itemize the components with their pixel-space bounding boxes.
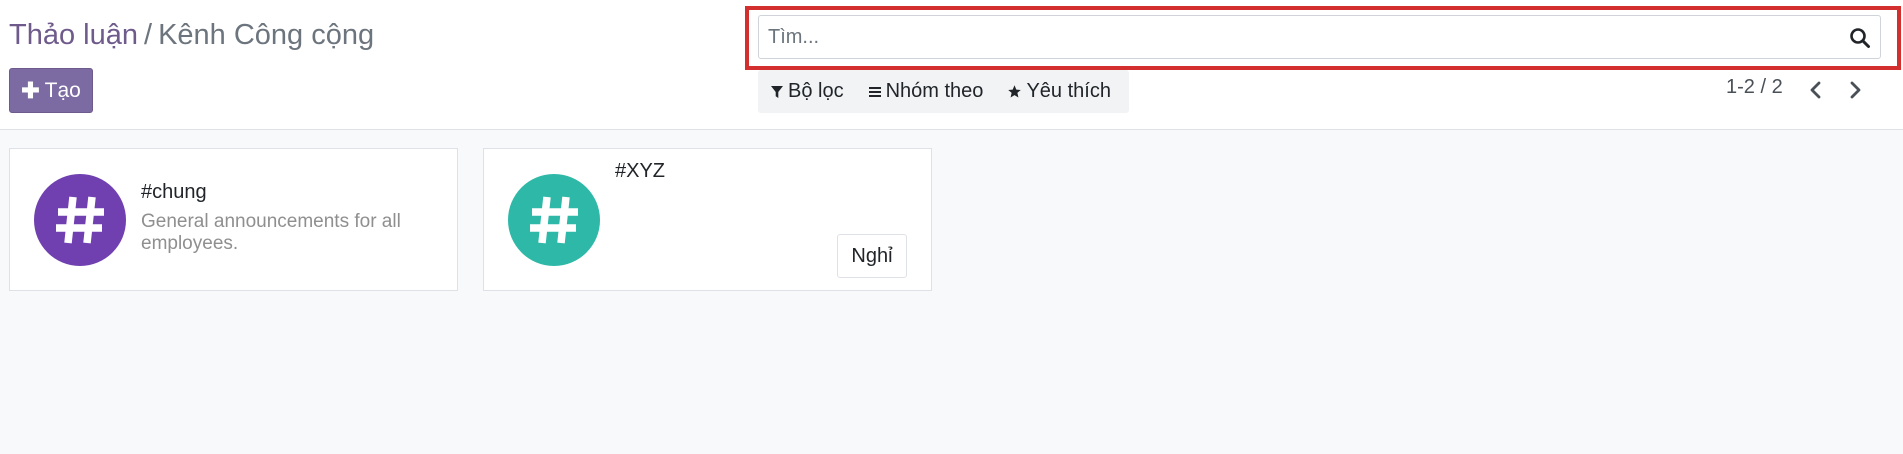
control-panel: Thảo luận/Kênh Công cộng ✚ Tạo Bộ lọc Nh… [0,0,1903,130]
favorites-dropdown[interactable]: Yêu thích [995,70,1123,113]
star-icon [1008,85,1022,98]
leave-channel-button[interactable]: Nghỉ [837,234,907,278]
create-button-label: Tạo [44,78,81,102]
breadcrumb: Thảo luận / Kênh Công cộng [9,16,374,54]
filter-icon [771,85,783,98]
search-icon[interactable] [1848,26,1872,50]
create-button[interactable]: ✚ Tạo [9,68,93,113]
search-options-bar: Bộ lọc Nhóm theo Yêu thích [758,70,1129,113]
channel-name: #chung [141,181,207,203]
pager-next-button[interactable] [1845,78,1867,102]
channel-name: #XYZ [615,160,666,182]
channel-description: General announcements for all employees. [141,211,401,254]
hashtag-icon [56,196,104,244]
pager-previous-button[interactable] [1804,78,1826,102]
breadcrumb-parent-link[interactable]: Thảo luận [9,19,138,51]
pager-value[interactable]: 1-2 / 2 [1726,76,1783,99]
channel-avatar [508,174,600,266]
channel-card[interactable]: #XYZ Nghỉ [483,148,932,291]
hashtag-icon [530,196,578,244]
bars-icon [868,86,881,97]
search-box [758,15,1881,59]
chevron-left-icon [1810,81,1821,99]
search-input[interactable] [759,16,1839,58]
breadcrumb-separator: / [144,19,153,51]
group-by-label: Nhóm theo [885,80,984,102]
filter-dropdown[interactable]: Bộ lọc [758,70,856,113]
channel-card[interactable]: #chung General announcements for all emp… [9,148,458,291]
filter-label: Bộ lọc [788,80,844,102]
group-by-dropdown[interactable]: Nhóm theo [856,70,996,113]
chevron-right-icon [1850,81,1861,99]
channel-avatar [34,174,126,266]
plus-icon: ✚ [21,77,40,103]
breadcrumb-current: Kênh Công cộng [158,19,375,51]
favorites-label: Yêu thích [1026,80,1111,102]
